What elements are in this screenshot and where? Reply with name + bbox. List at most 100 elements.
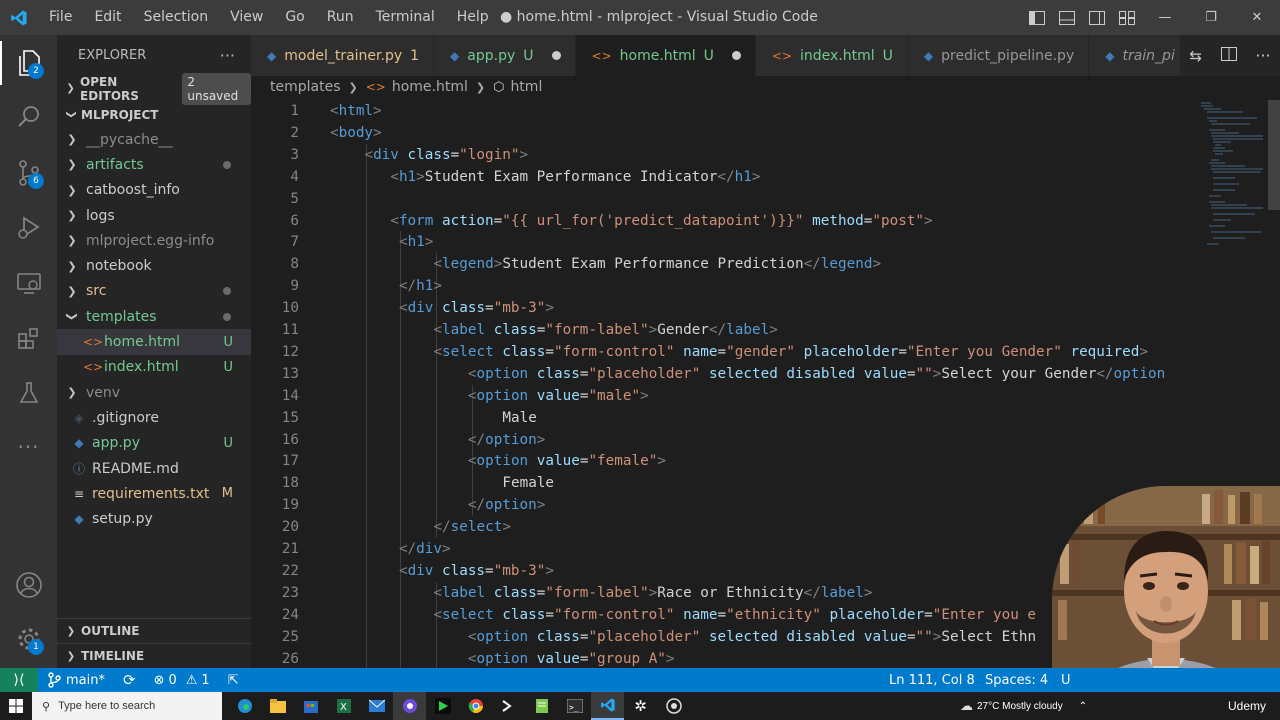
code-line[interactable]: 10 <div class="mb-3">	[251, 297, 1201, 319]
mail-icon[interactable]	[360, 692, 393, 720]
minimap[interactable]	[1195, 100, 1267, 250]
remote-indicator-icon[interactable]: ⟩⟨	[0, 668, 38, 692]
split-editor-icon[interactable]	[1220, 46, 1237, 65]
account-icon[interactable]	[0, 559, 57, 611]
obs-icon[interactable]	[393, 692, 426, 720]
customize-layout-icon[interactable]	[1112, 0, 1142, 35]
terminal-icon[interactable]: >_	[558, 692, 591, 720]
breadcrumb-symbol[interactable]: html	[510, 79, 542, 95]
weather-widget[interactable]: ☁ 27°C Mostly cloudy ⌃	[960, 692, 1087, 720]
code-line[interactable]: 14 <option value="male">	[251, 385, 1201, 407]
outline-section[interactable]: ❯ OUTLINE	[57, 618, 251, 643]
project-section[interactable]: ❯ MLPROJECT	[57, 102, 251, 127]
edge-icon[interactable]	[228, 692, 261, 720]
tree-item-templates[interactable]: ❯ templates	[57, 304, 251, 329]
unsaved-dot-icon[interactable]	[551, 51, 561, 60]
code-line[interactable]: 6 <form action="{{ url_for('predict_datap…	[251, 210, 1201, 232]
indentation[interactable]: Spaces: 4	[976, 668, 1057, 692]
menu-item-selection[interactable]: Selection	[133, 0, 220, 35]
menu-item-edit[interactable]: Edit	[83, 0, 132, 35]
live-share-icon[interactable]: ⇱	[219, 668, 248, 692]
explorer-more-icon[interactable]: ···	[220, 46, 235, 65]
tab-app-py[interactable]: ◆ app.py U	[434, 35, 576, 76]
explorer-icon[interactable]: 2	[0, 37, 57, 89]
media-player-icon[interactable]	[426, 692, 459, 720]
code-line[interactable]: 17 <option value="female">	[251, 450, 1201, 472]
compare-changes-icon[interactable]: ⇆	[1189, 47, 1202, 65]
code-line[interactable]: 21 </div>	[251, 538, 1201, 560]
close-button[interactable]: ✕	[1234, 0, 1280, 35]
chevron-up-icon[interactable]: ⌃	[1079, 701, 1087, 712]
tree-item-artifacts[interactable]: ❯ artifacts	[57, 152, 251, 177]
vscode-taskbar-icon[interactable]	[591, 692, 624, 720]
toggle-sidebar-icon[interactable]	[1022, 0, 1052, 35]
tree-item-setup-py[interactable]: ◆ setup.py	[57, 506, 251, 531]
code-line[interactable]: 9 </h1>	[251, 275, 1201, 297]
menu-item-help[interactable]: Help	[446, 0, 500, 35]
tree-item-gitignore[interactable]: ◈ .gitignore	[57, 405, 251, 430]
testing-icon[interactable]	[0, 367, 57, 419]
manage-gear-icon[interactable]: 1	[0, 613, 57, 665]
tab-predict-pipeline-py[interactable]: ◆ predict_pipeline.py	[907, 35, 1090, 76]
encoding[interactable]: U	[1052, 668, 1080, 692]
extensions-icon[interactable]	[0, 313, 57, 365]
tree-item-notebook[interactable]: ❯ notebook	[57, 253, 251, 278]
menu-item-run[interactable]: Run	[316, 0, 365, 35]
code-line[interactable]: 5	[251, 188, 1201, 210]
tree-item-index-html[interactable]: <> index.html U	[57, 355, 251, 380]
tree-item-home-html[interactable]: <> home.html U	[57, 329, 251, 355]
tree-item-mlproject-egg-info[interactable]: ❯ mlproject.egg-info	[57, 228, 251, 253]
menu-item-terminal[interactable]: Terminal	[365, 0, 446, 35]
run-debug-icon[interactable]	[0, 201, 57, 253]
cursor-position[interactable]: Ln 111, Col 8	[880, 668, 984, 692]
code-line[interactable]: 2 <body>	[251, 122, 1201, 144]
code-line[interactable]: 8 <legend>Student Exam Performance Predic…	[251, 253, 1201, 275]
toggle-secondary-sidebar-icon[interactable]	[1082, 0, 1112, 35]
chrome-icon[interactable]	[459, 692, 492, 720]
code-line[interactable]: 18 Female	[251, 472, 1201, 494]
scrollbar-thumb[interactable]	[1268, 100, 1280, 210]
file-explorer-icon[interactable]	[261, 692, 294, 720]
code-line[interactable]: 19 </option>	[251, 494, 1201, 516]
source-control-icon[interactable]: 6	[0, 147, 57, 199]
search-icon[interactable]	[0, 91, 57, 143]
sync-icon[interactable]: ⟳	[114, 668, 145, 692]
tree-item-requirements-txt[interactable]: ≡ requirements.txt M	[57, 481, 251, 506]
tree-item-app-py[interactable]: ◆ app.py U	[57, 431, 251, 456]
code-line[interactable]: 20 </select>	[251, 516, 1201, 538]
tab-home-html[interactable]: <> home.html U	[575, 35, 756, 76]
more-actions-icon[interactable]: ···	[1255, 46, 1270, 65]
tree-item-logs[interactable]: ❯ logs	[57, 203, 251, 228]
code-line[interactable]: 1 <html>	[251, 100, 1201, 122]
excel-icon[interactable]: X	[327, 692, 360, 720]
code-line[interactable]: 4 <h1>Student Exam Performance Indicator<…	[251, 166, 1201, 188]
code-line[interactable]: 13 <option class="placeholder" selected d…	[251, 363, 1201, 385]
tree-item-venv[interactable]: ❯ venv	[57, 380, 251, 405]
git-branch[interactable]: main*	[38, 668, 114, 692]
restore-button[interactable]: ❐	[1188, 0, 1234, 35]
tree-item-catboost-info[interactable]: ❯ catboost_info	[57, 178, 251, 203]
open-editors-section[interactable]: ❯ OPEN EDITORS 2 unsaved	[57, 72, 251, 105]
breadcrumb-file[interactable]: home.html	[392, 79, 468, 95]
unsaved-dot-icon[interactable]	[731, 51, 741, 60]
minimize-button[interactable]: —	[1142, 0, 1188, 35]
code-line[interactable]: 3 <div class="login">	[251, 144, 1201, 166]
code-line[interactable]: 12 <select class="form-control" name="gen…	[251, 341, 1201, 363]
tab-train-pi[interactable]: ◆ train_pi	[1089, 35, 1190, 76]
menu-item-view[interactable]: View	[219, 0, 274, 35]
code-line[interactable]: 15 Male	[251, 407, 1201, 429]
code-line[interactable]: 7 <h1>	[251, 231, 1201, 253]
breadcrumb-folder[interactable]: templates	[270, 79, 341, 95]
powershell-icon[interactable]	[492, 692, 525, 720]
menu-item-go[interactable]: Go	[274, 0, 315, 35]
code-line[interactable]: 11 <label class="form-label">Gender</labe…	[251, 319, 1201, 341]
tree-item-src[interactable]: ❯ src	[57, 279, 251, 304]
settings-sparkle-icon[interactable]: ✲	[624, 692, 657, 720]
github-desktop-icon[interactable]	[657, 692, 690, 720]
windows-start-icon[interactable]	[0, 692, 32, 720]
menu-item-file[interactable]: File	[38, 0, 83, 35]
toggle-panel-icon[interactable]	[1052, 0, 1082, 35]
tree-item-readme-md[interactable]: ⓘ README.md	[57, 456, 251, 481]
notepad-icon[interactable]	[525, 692, 558, 720]
code-line[interactable]: 16 </option>	[251, 429, 1201, 451]
